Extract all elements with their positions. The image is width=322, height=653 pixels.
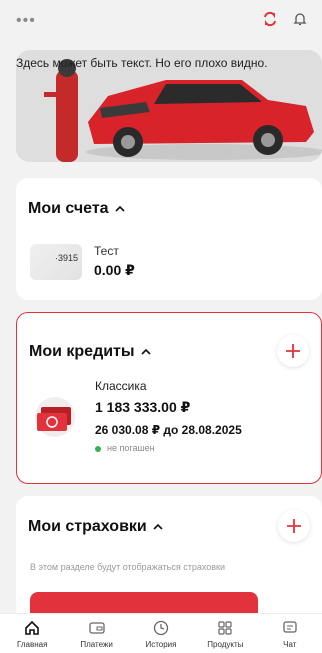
top-bar: ••• [0,0,322,44]
promo-banner[interactable]: Здесь может быть текст. Но его плохо вид… [16,50,322,162]
nav-home[interactable]: Главная [0,618,64,649]
account-name: Тест [94,244,119,258]
nav-products[interactable]: Продукты [193,618,257,649]
add-credit-button[interactable] [277,335,309,367]
nav-chat[interactable]: Чат [258,618,322,649]
credit-next-payment: 26 030.08 ₽ до 28.08.2025 [95,423,242,437]
card-icon [65,618,129,638]
plus-icon [287,519,301,533]
account-card-thumbnail[interactable]: ·3915 [30,244,82,280]
credits-title[interactable]: Мои кредиты [29,343,151,361]
credit-amount: 1 183 333.00 ₽ [95,399,191,415]
clock-icon [129,618,193,638]
sync-icon[interactable] [262,11,278,32]
insurance-title[interactable]: Мои страховки [28,518,163,536]
insurance-card: Мои страховки В этом разделе будут отобр… [16,496,322,632]
grid-icon [193,618,257,638]
more-dots-icon[interactable]: ••• [16,12,36,30]
chevron-up-icon [153,518,163,536]
add-insurance-button[interactable] [278,510,310,542]
credits-card: Мои кредиты Классика 1 183 333.00 ₽ 26 0… [16,312,322,484]
chevron-up-icon [115,200,125,218]
accounts-card: Мои счета ·3915 Тест 0.00 ₽ [16,178,322,300]
credit-status: не погашен [95,443,155,453]
accounts-title[interactable]: Мои счета [28,200,125,218]
status-dot [95,445,101,452]
insurance-empty-note: В этом разделе будут отображаться страхо… [30,562,225,572]
bottom-nav: Главная Платежи История Продукты Чат [0,613,322,653]
credit-money-icon [31,395,83,442]
nav-history[interactable]: История [129,618,193,649]
bell-icon[interactable] [292,11,308,32]
chat-icon [258,618,322,638]
credit-name: Классика [95,379,147,393]
plus-icon [286,344,300,358]
banner-text: Здесь может быть текст. Но его плохо вид… [16,56,268,70]
account-balance: 0.00 ₽ [94,262,135,278]
nav-payments[interactable]: Платежи [65,618,129,649]
chevron-up-icon [140,343,151,361]
home-icon [0,618,64,638]
